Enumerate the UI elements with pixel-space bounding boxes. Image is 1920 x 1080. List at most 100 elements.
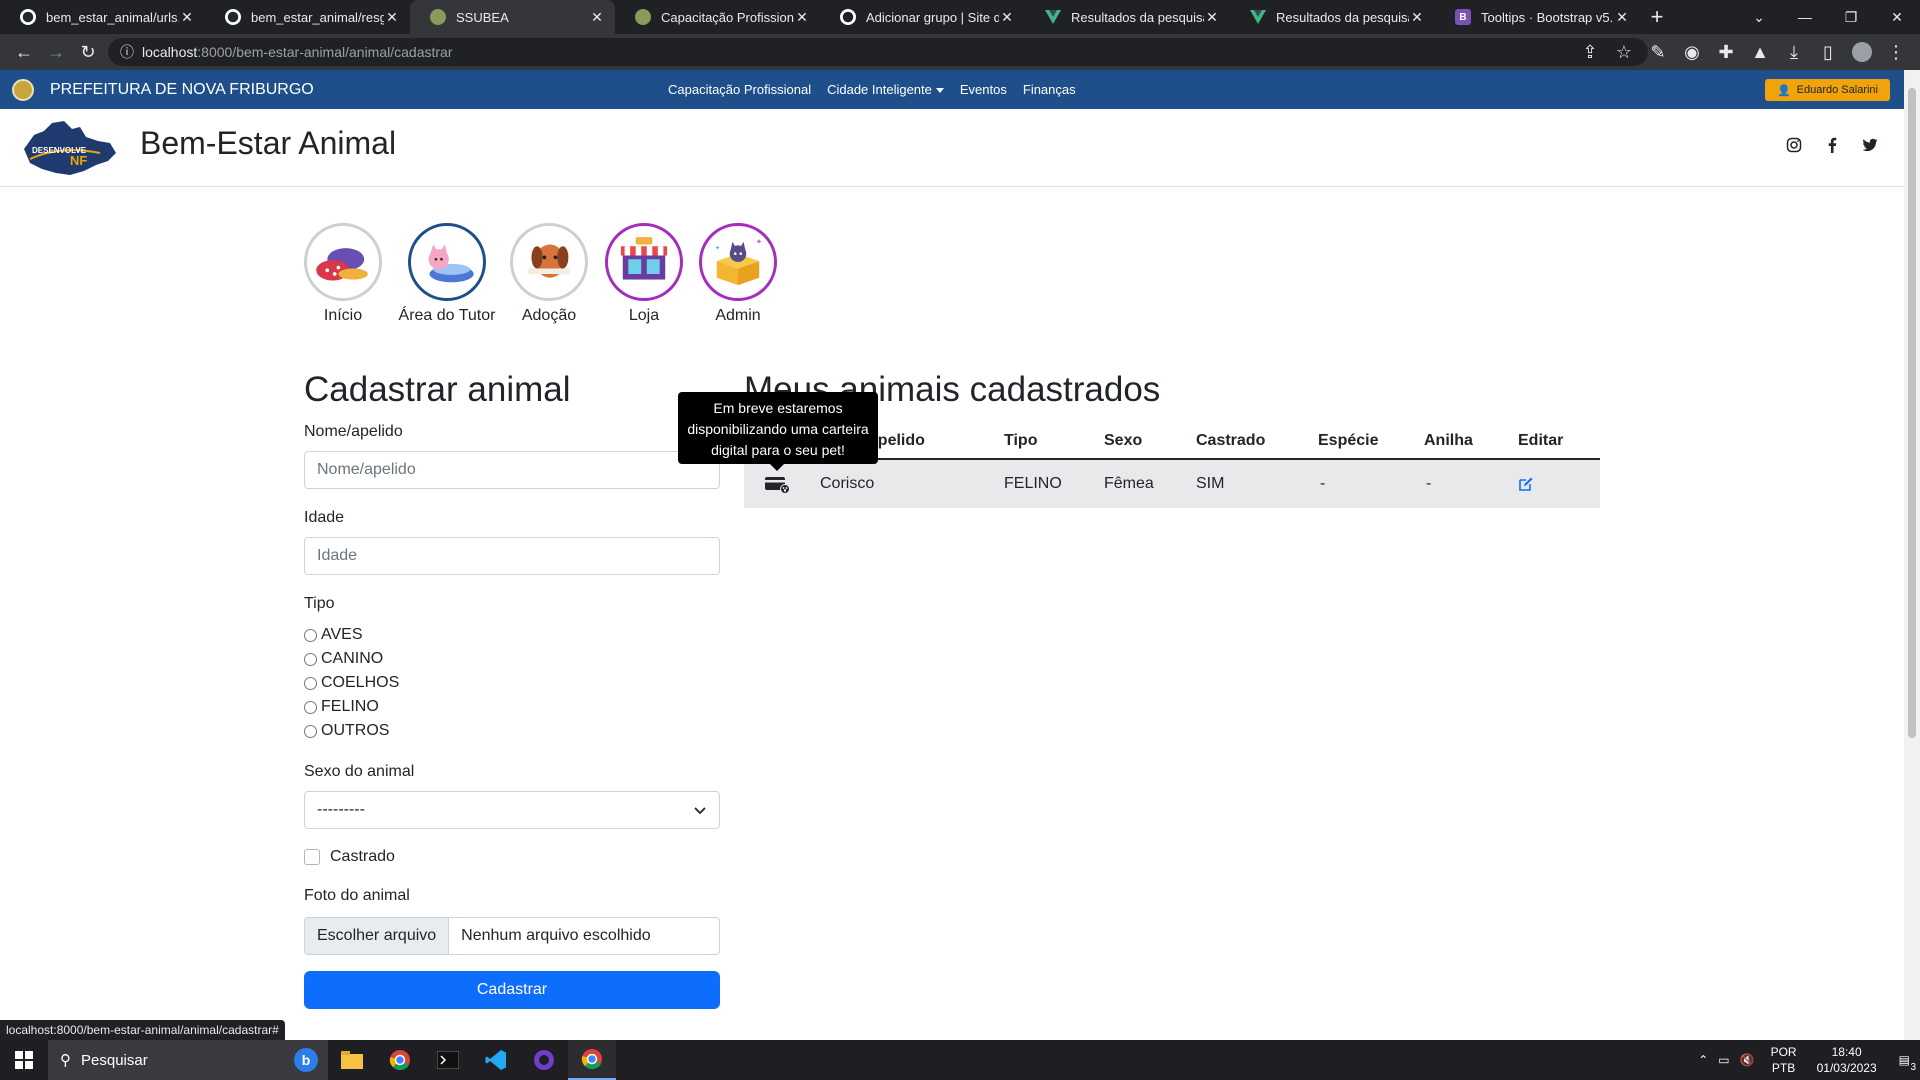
choose-file-button[interactable]: Escolher arquivo xyxy=(305,918,450,954)
menu-area-do-tutor[interactable]: Área do Tutor xyxy=(397,223,497,325)
browser-tab[interactable]: Resultados da pesquisa pa ✕ xyxy=(1025,0,1230,34)
bing-icon[interactable]: b xyxy=(294,1048,318,1072)
neutered-checkbox[interactable] xyxy=(304,849,320,865)
inicio-icon xyxy=(304,223,382,301)
type-option-coelhos[interactable]: COELHOS xyxy=(304,674,399,692)
scrollbar-thumb[interactable] xyxy=(1908,88,1916,738)
sex-select-value: --------- xyxy=(317,801,365,818)
browser-tab[interactable]: Adicionar grupo | Site de a ✕ xyxy=(820,0,1025,34)
chevron-up-icon[interactable]: ⌃ xyxy=(1692,1053,1714,1067)
radio-button[interactable] xyxy=(304,724,317,738)
notification-count: 3 xyxy=(1910,1062,1916,1073)
user-button[interactable]: 👤 Eduardo Salarini xyxy=(1764,79,1890,101)
forward-icon[interactable]: → xyxy=(40,36,72,68)
menu-loja[interactable]: Loja xyxy=(605,223,683,325)
windows-taskbar: ⚲ Pesquisar b ⌃ ▭ 🔇 POR PTB 18:40 01/03/… xyxy=(0,1040,1920,1080)
nav-link-financas[interactable]: Finanças xyxy=(1023,82,1076,97)
photo-file-input[interactable]: Escolher arquivo Nenhum arquivo escolhid… xyxy=(304,917,720,955)
pen-extension-icon[interactable]: ✎ xyxy=(1642,36,1674,68)
submit-button[interactable]: Cadastrar xyxy=(304,971,720,1009)
sex-select[interactable]: --------- xyxy=(304,791,720,829)
menu-adocao[interactable]: Adoção xyxy=(510,223,588,325)
facebook-icon[interactable] xyxy=(1824,137,1840,153)
file-explorer-icon[interactable] xyxy=(328,1040,376,1080)
reload-icon[interactable]: ↻ xyxy=(72,36,104,68)
back-icon[interactable]: ← xyxy=(8,36,40,68)
share-icon[interactable]: ⇪ xyxy=(1574,36,1606,68)
site-info-icon[interactable]: ⓘ xyxy=(120,42,134,62)
twitter-icon[interactable] xyxy=(1862,137,1878,153)
labs-icon[interactable]: ▲ xyxy=(1744,36,1776,68)
browser-tab[interactable]: bem_estar_animal/urls.py a ✕ xyxy=(0,0,205,34)
name-input[interactable] xyxy=(304,451,720,489)
bootstrap-icon: B xyxy=(1455,9,1471,25)
chrome-active-icon[interactable] xyxy=(568,1040,616,1080)
edit-icon[interactable] xyxy=(1518,460,1534,508)
tab-search-icon[interactable]: ⌄ xyxy=(1736,0,1782,34)
instagram-icon[interactable] xyxy=(1786,137,1802,153)
radio-button[interactable] xyxy=(304,700,317,714)
browser-tab[interactable]: Resultados da pesquisa pa ✕ xyxy=(1230,0,1435,34)
vscode-icon[interactable] xyxy=(472,1040,520,1080)
menu-inicio[interactable]: Início xyxy=(304,223,382,325)
profile-avatar[interactable] xyxy=(1846,36,1878,68)
type-option-aves[interactable]: AVES xyxy=(304,626,363,644)
bookmark-star-icon[interactable]: ☆ xyxy=(1608,36,1640,68)
admin-icon: ✦ ✦ xyxy=(699,223,777,301)
browser-tab[interactable]: B Tooltips · Bootstrap v5.1 ✕ xyxy=(1435,0,1640,34)
github-desktop-icon[interactable] xyxy=(520,1040,568,1080)
cell-ring-id: - xyxy=(1426,475,1432,492)
volume-muted-icon[interactable]: 🔇 xyxy=(1734,1053,1761,1067)
github-icon xyxy=(20,9,36,25)
new-tab-icon[interactable]: + xyxy=(1640,0,1674,34)
neutered-checkbox-row[interactable]: Castrado xyxy=(304,848,395,866)
close-tab-icon[interactable]: ✕ xyxy=(384,9,400,26)
notification-icon[interactable]: ▤ 3 xyxy=(1887,1053,1920,1073)
close-tab-icon[interactable]: ✕ xyxy=(179,9,195,26)
input-language[interactable]: POR PTB xyxy=(1761,1044,1807,1076)
tab-title: Resultados da pesquisa pa xyxy=(1071,9,1204,25)
minimize-icon[interactable]: — xyxy=(1782,0,1828,34)
extensions-icon[interactable]: ✚ xyxy=(1710,36,1742,68)
menu-label: Loja xyxy=(628,307,660,324)
nav-link-cidade-inteligente[interactable]: Cidade Inteligente xyxy=(827,82,944,97)
close-tab-icon[interactable]: ✕ xyxy=(999,9,1015,26)
radio-button[interactable] xyxy=(304,676,317,690)
windows-start-icon[interactable] xyxy=(0,1040,48,1080)
browser-tab-active[interactable]: SSUBEA ✕ xyxy=(410,0,615,34)
restore-icon[interactable]: ❐ xyxy=(1828,0,1874,34)
brand[interactable]: PREFEITURA DE NOVA FRIBURGO xyxy=(12,78,314,101)
download-icon[interactable]: ⤓ xyxy=(1778,36,1810,68)
nav-link-capacitacao[interactable]: Capacitação Profissional xyxy=(668,82,811,97)
close-tab-icon[interactable]: ✕ xyxy=(589,9,605,26)
close-tab-icon[interactable]: ✕ xyxy=(1204,9,1220,26)
address-bar[interactable]: ⓘ localhost:8000/bem-estar-animal/animal… xyxy=(108,38,1648,66)
camera-extension-icon[interactable]: ◉ xyxy=(1676,36,1708,68)
type-option-canino[interactable]: CANINO xyxy=(304,650,383,668)
radio-button[interactable] xyxy=(304,628,317,642)
close-window-icon[interactable]: ✕ xyxy=(1874,0,1920,34)
terminal-icon[interactable] xyxy=(424,1040,472,1080)
browser-tab[interactable]: bem_estar_animal/resgata ✕ xyxy=(205,0,410,34)
desenvolve-nf-logo[interactable]: DESENVOLVE NF xyxy=(20,119,118,177)
close-tab-icon[interactable]: ✕ xyxy=(1409,9,1425,26)
radio-button[interactable] xyxy=(304,652,317,666)
browser-tab[interactable]: Capacitação Profissional ✕ xyxy=(615,0,820,34)
page-scrollbar[interactable] xyxy=(1904,70,1920,1040)
chrome-icon[interactable] xyxy=(376,1040,424,1080)
nav-link-eventos[interactable]: Eventos xyxy=(960,82,1007,97)
type-option-felino[interactable]: FELINO xyxy=(304,698,379,716)
search-placeholder: Pesquisar xyxy=(81,1051,148,1069)
close-tab-icon[interactable]: ✕ xyxy=(1614,9,1630,26)
menu-admin[interactable]: ✦ ✦ Admin xyxy=(699,223,777,325)
user-name: Eduardo Salarini xyxy=(1796,84,1878,96)
side-panel-icon[interactable]: ▯ xyxy=(1812,36,1844,68)
type-option-outros[interactable]: OUTROS xyxy=(304,722,389,740)
network-icon[interactable]: ▭ xyxy=(1714,1053,1733,1067)
site-header: DESENVOLVE NF Bem-Estar Animal xyxy=(0,109,1904,187)
age-input[interactable] xyxy=(304,537,720,575)
browser-menu-icon[interactable]: ⋮ xyxy=(1880,36,1912,68)
taskbar-search[interactable]: ⚲ Pesquisar b xyxy=(48,1040,328,1080)
taskbar-clock[interactable]: 18:40 01/03/2023 xyxy=(1807,1044,1887,1076)
close-tab-icon[interactable]: ✕ xyxy=(794,9,810,26)
